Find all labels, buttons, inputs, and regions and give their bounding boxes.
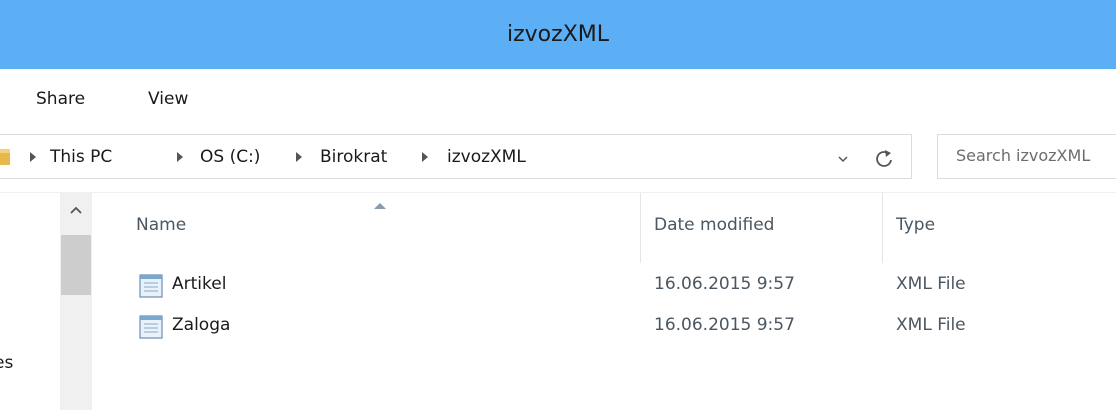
file-type: XML File — [896, 315, 966, 335]
file-name[interactable]: Zaloga — [172, 315, 230, 335]
column-header-type[interactable]: Type — [896, 215, 935, 235]
file-row[interactable]: Zaloga 16.06.2015 9:57 XML File — [92, 311, 1116, 351]
breadcrumb-this-pc[interactable]: This PC — [50, 147, 112, 167]
scrollbar-thumb[interactable] — [61, 235, 91, 295]
ribbon: Share View — [0, 69, 1116, 125]
title-bar: izvozXML — [0, 0, 1116, 69]
breadcrumb-separator[interactable] — [422, 152, 428, 162]
window-title: izvozXML — [507, 22, 609, 47]
column-divider[interactable] — [640, 193, 641, 263]
address-bar-row: This PC OS (C:) Birokrat izvozXML — [0, 124, 1116, 193]
search-input[interactable] — [956, 146, 1116, 165]
navigation-pane: es — [0, 193, 60, 410]
breadcrumb-izvozxml[interactable]: izvozXML — [447, 147, 526, 167]
tab-view[interactable]: View — [148, 89, 188, 109]
breadcrumb-separator[interactable] — [296, 152, 302, 162]
folder-icon — [0, 149, 10, 165]
file-name[interactable]: Artikel — [172, 274, 226, 294]
xml-file-icon — [139, 274, 163, 298]
refresh-icon[interactable] — [872, 147, 896, 171]
scroll-up-icon[interactable] — [69, 205, 83, 215]
column-header-name[interactable]: Name — [136, 215, 186, 235]
search-box[interactable] — [937, 134, 1116, 179]
tab-share[interactable]: Share — [36, 89, 85, 109]
nav-scrollbar[interactable] — [60, 193, 92, 410]
column-header-date-modified[interactable]: Date modified — [654, 215, 774, 235]
file-type: XML File — [896, 274, 966, 294]
sort-ascending-icon — [374, 203, 386, 209]
breadcrumb-os-c[interactable]: OS (C:) — [200, 147, 260, 167]
breadcrumb-birokrat[interactable]: Birokrat — [320, 147, 387, 167]
address-bar[interactable]: This PC OS (C:) Birokrat izvozXML — [0, 134, 912, 179]
xml-file-icon — [139, 315, 163, 339]
file-list: Name Date modified Type Artikel 16.06.20… — [92, 193, 1116, 410]
column-divider[interactable] — [882, 193, 883, 263]
chevron-down-icon[interactable] — [838, 154, 848, 164]
breadcrumb-separator[interactable] — [177, 152, 183, 162]
file-date-modified: 16.06.2015 9:57 — [654, 274, 795, 294]
file-row[interactable]: Artikel 16.06.2015 9:57 XML File — [92, 270, 1116, 310]
file-date-modified: 16.06.2015 9:57 — [654, 315, 795, 335]
breadcrumb-separator[interactable] — [30, 152, 36, 162]
nav-item-label[interactable]: es — [0, 353, 13, 373]
